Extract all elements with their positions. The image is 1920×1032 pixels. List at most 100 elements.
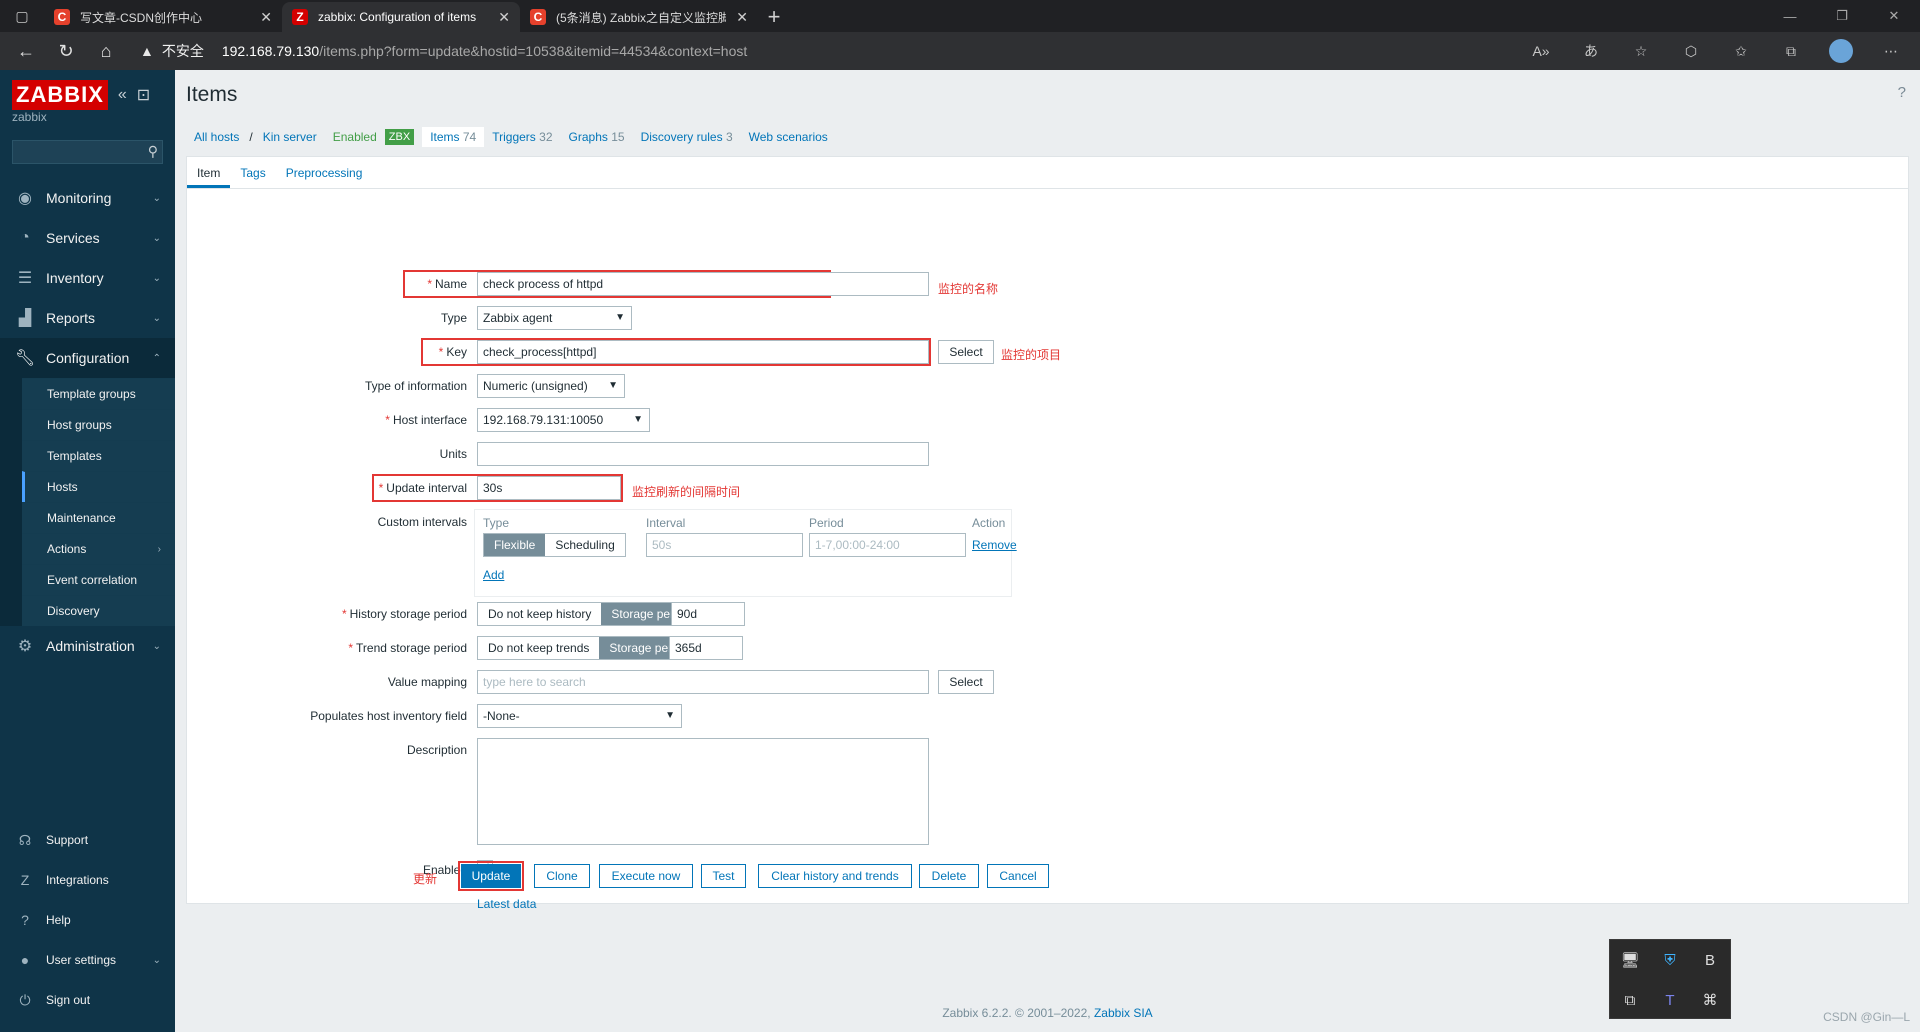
host-status[interactable]: Enabled: [325, 130, 385, 144]
nav-count: 32: [539, 130, 553, 144]
clear-history-button[interactable]: Clear history and trends: [758, 864, 912, 888]
browser-tab-2[interactable]: Z zabbix: Configuration of items ✕: [282, 2, 520, 32]
breadcrumb-all-hosts[interactable]: All hosts: [186, 130, 247, 144]
type-of-information-select[interactable]: Numeric (unsigned) ▼: [477, 374, 625, 398]
read-aloud-icon[interactable]: A»: [1518, 35, 1564, 67]
tab-actions-icon[interactable]: ▢: [0, 0, 44, 32]
teams-icon[interactable]: T: [1650, 980, 1690, 1020]
menu-support[interactable]: ☊ Support: [0, 820, 175, 860]
ci-flexible-option[interactable]: Flexible: [484, 534, 546, 556]
value-mapping-select-button[interactable]: Select: [938, 670, 994, 694]
trend-storage-input[interactable]: 365d: [669, 636, 743, 660]
submenu-templates[interactable]: Templates: [22, 440, 175, 471]
url-field[interactable]: ▲ 不安全 192.168.79.130/items.php?form=upda…: [140, 41, 1518, 61]
search-icon[interactable]: ⚲: [148, 143, 158, 160]
value-mapping-input[interactable]: type here to search: [477, 670, 929, 694]
warning-icon: ▲: [140, 43, 154, 59]
profile-avatar[interactable]: [1818, 35, 1864, 67]
submenu-hosts[interactable]: Hosts: [22, 471, 175, 502]
browser-tab-1[interactable]: C 写文章-CSDN创作中心 ✕: [44, 2, 282, 32]
bookmark-app-icon[interactable]: ⌘: [1690, 980, 1730, 1020]
menu-services[interactable]: ◔ Services ⌄: [0, 218, 175, 258]
more-icon[interactable]: ⋯: [1868, 35, 1914, 67]
nav-triggers[interactable]: Triggers 32: [484, 130, 560, 144]
extensions-icon[interactable]: ⬡: [1668, 35, 1714, 67]
menu-monitoring[interactable]: ◉ Monitoring ⌄: [0, 178, 175, 218]
menu-inventory[interactable]: ☰ Inventory ⌄: [0, 258, 175, 298]
security-shield-icon[interactable]: ⛨: [1650, 940, 1690, 980]
key-select-button[interactable]: Select: [938, 340, 994, 364]
cancel-button[interactable]: Cancel: [987, 864, 1049, 888]
restore-icon[interactable]: ❐: [1816, 0, 1868, 32]
submenu-discovery[interactable]: Discovery: [22, 595, 175, 626]
close-window-icon[interactable]: ✕: [1868, 0, 1920, 32]
menu-help[interactable]: ? Help: [0, 900, 175, 940]
key-input[interactable]: check_process[httpd]: [477, 340, 929, 364]
back-icon[interactable]: ←: [6, 35, 46, 67]
nav-web-scenarios[interactable]: Web scenarios: [741, 130, 836, 144]
type-select[interactable]: Zabbix agent ▼: [477, 306, 632, 330]
home-icon[interactable]: ⌂: [86, 35, 126, 67]
tab-item[interactable]: Item: [187, 166, 231, 188]
help-icon[interactable]: ?: [1898, 84, 1906, 101]
collections-icon[interactable]: ⧉: [1768, 35, 1814, 67]
close-tab-icon[interactable]: ✕: [260, 9, 272, 26]
tab-tags[interactable]: Tags: [230, 166, 275, 188]
footer-link[interactable]: Zabbix SIA: [1094, 1006, 1153, 1020]
new-tab-icon[interactable]: +: [758, 2, 790, 32]
trend-do-not-keep-option[interactable]: Do not keep trends: [478, 637, 600, 659]
history-storage-input[interactable]: 90d: [671, 602, 745, 626]
tab-preprocessing[interactable]: Preprocessing: [276, 166, 373, 188]
menu-administration[interactable]: ⚙ Administration ⌄: [0, 626, 175, 666]
delete-button[interactable]: Delete: [919, 864, 979, 888]
browser-tab-3[interactable]: C (5条消息) Zabbix之自定义监控脚本 ✕: [520, 2, 758, 32]
submenu-event-correlation[interactable]: Event correlation: [22, 564, 175, 595]
latest-data-link[interactable]: Latest data: [477, 897, 536, 911]
menu-integrations[interactable]: Z Integrations: [0, 860, 175, 900]
menu-configuration[interactable]: 🔧︎ Configuration ⌃: [0, 338, 175, 378]
close-tab-icon[interactable]: ✕: [498, 9, 510, 26]
type-info-value: Numeric (unsigned): [483, 379, 588, 393]
history-do-not-keep-option[interactable]: Do not keep history: [478, 603, 602, 625]
nav-discovery-rules[interactable]: Discovery rules 3: [633, 130, 741, 144]
app-b-icon[interactable]: B: [1690, 940, 1730, 980]
ci-add-link[interactable]: Add: [483, 568, 504, 582]
submenu-template-groups[interactable]: Template groups: [22, 378, 175, 409]
nav-graphs[interactable]: Graphs 15: [561, 130, 633, 144]
refresh-icon[interactable]: ↻: [46, 35, 86, 67]
ci-remove-link[interactable]: Remove: [972, 538, 1017, 552]
kiosk-mode-icon[interactable]: ⊡: [137, 85, 150, 105]
submenu-host-groups[interactable]: Host groups: [22, 409, 175, 440]
update-interval-input[interactable]: 30s: [477, 476, 621, 500]
description-textarea[interactable]: [477, 738, 929, 845]
minimize-icon[interactable]: —: [1764, 0, 1816, 32]
menu-user-settings[interactable]: ● User settings ⌄: [0, 940, 175, 980]
clone-button[interactable]: Clone: [534, 864, 590, 888]
name-input[interactable]: check process of httpd: [477, 272, 929, 296]
favorite-add-icon[interactable]: ☆: [1618, 35, 1664, 67]
favorites-icon[interactable]: ✩: [1718, 35, 1764, 67]
execute-now-button[interactable]: Execute now: [599, 864, 693, 888]
zabbix-logo[interactable]: ZABBIX: [12, 80, 108, 110]
host-interface-select[interactable]: 192.168.79.131:10050 ▼: [477, 408, 650, 432]
menu-reports[interactable]: ▟ Reports ⌄: [0, 298, 175, 338]
units-input[interactable]: [477, 442, 929, 466]
nav-items[interactable]: Items 74: [422, 127, 485, 147]
menu-sign-out[interactable]: ⏻ Sign out: [0, 980, 175, 1020]
remote-desktop-icon[interactable]: 🖥︎: [1610, 940, 1650, 980]
window-copy-icon[interactable]: ⧉: [1610, 980, 1650, 1020]
inventory-field-select[interactable]: -None- ▼: [477, 704, 682, 728]
breadcrumb-host[interactable]: Kin server: [255, 130, 325, 144]
ci-interval-input[interactable]: 50s: [646, 533, 803, 557]
collapse-sidebar-icon[interactable]: «: [118, 86, 127, 104]
test-button[interactable]: Test: [701, 864, 746, 888]
ci-period-input[interactable]: 1-7,00:00-24:00: [809, 533, 966, 557]
window-controls: — ❐ ✕: [1764, 0, 1920, 32]
sidebar-search-input[interactable]: ⚲: [12, 140, 163, 164]
submenu-maintenance[interactable]: Maintenance: [22, 502, 175, 533]
ci-scheduling-option[interactable]: Scheduling: [545, 534, 625, 556]
close-tab-icon[interactable]: ✕: [736, 9, 748, 26]
submenu-actions[interactable]: Actions ›: [22, 533, 175, 564]
update-button[interactable]: Update: [461, 864, 521, 888]
translate-icon[interactable]: あ: [1568, 35, 1614, 67]
